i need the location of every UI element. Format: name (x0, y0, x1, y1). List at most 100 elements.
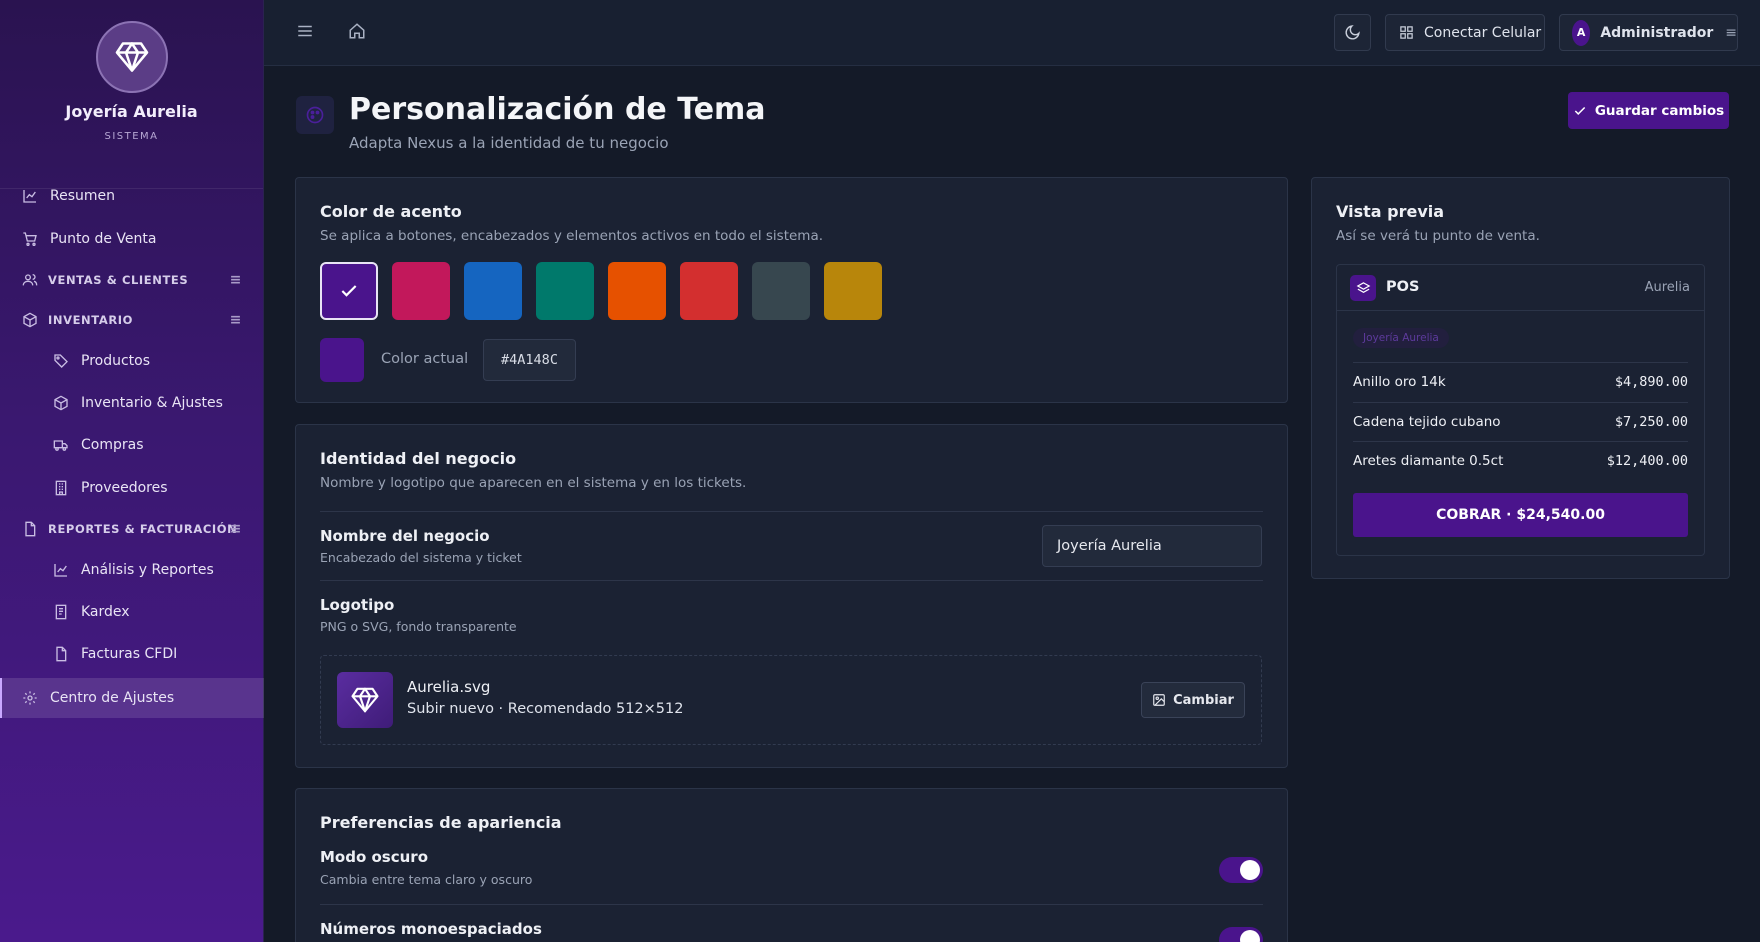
item-price: $4,890.00 (1614, 374, 1688, 390)
color-swatch-teal[interactable] (536, 262, 594, 320)
business-name-description: Encabezado del sistema y ticket (320, 550, 522, 565)
menu-icon: ≡ (229, 521, 242, 537)
card-title: Color de acento (320, 202, 462, 221)
save-button[interactable]: Guardar cambios (1568, 92, 1729, 129)
monospace-numbers-label: Números monoespaciados (320, 920, 542, 938)
diamond-icon (337, 672, 393, 728)
connect-phone-button[interactable]: Conectar Celular (1385, 14, 1545, 51)
sidebar-item-centro-ajustes[interactable]: Centro de Ajustes (0, 678, 264, 718)
chart-line-icon (22, 188, 38, 204)
sidebar-item-label: Facturas CFDI (81, 646, 178, 662)
item-name: Cadena tejido cubano (1353, 414, 1501, 430)
color-swatch-orange[interactable] (608, 262, 666, 320)
list-item: Anillo oro 14k $4,890.00 (1353, 363, 1688, 401)
item-price: $7,250.00 (1614, 414, 1688, 430)
sidebar-group-inventario[interactable]: INVENTARIO ≡ (0, 300, 264, 340)
theme-toggle-button[interactable] (1334, 14, 1371, 51)
color-swatch-gold[interactable] (824, 262, 882, 320)
card-description: Así se verá tu punto de venta. (1336, 228, 1540, 244)
sidebar-group-label: VENTAS & CLIENTES (48, 273, 189, 287)
divider (320, 904, 1263, 905)
sidebar-group-label: INVENTARIO (48, 313, 134, 327)
sidebar-item-label: Productos (81, 353, 151, 369)
charge-button[interactable]: COBRAR · $24,540.00 (1353, 493, 1688, 537)
sidebar-item-kardex[interactable]: Kardex (0, 592, 264, 632)
toggle-knob (1240, 860, 1260, 880)
user-name: Administrador (1600, 24, 1714, 41)
sidebar-item-label: Proveedores (81, 480, 168, 496)
users-icon (22, 272, 38, 288)
tag-icon (53, 353, 69, 369)
save-label: Guardar cambios (1594, 102, 1725, 119)
dark-mode-description: Cambia entre tema claro y oscuro (320, 872, 533, 887)
change-logo-button[interactable]: Cambiar (1141, 682, 1245, 718)
business-name-input[interactable]: Joyería Aurelia (1042, 525, 1262, 567)
sidebar-item-label: Análisis y Reportes (81, 562, 214, 578)
sidebar-item-proveedores[interactable]: Proveedores (0, 468, 264, 508)
current-color-label: Color actual (381, 351, 469, 367)
sidebar-item-punto-de-venta[interactable]: Punto de Venta (0, 219, 264, 259)
logo-upload-area[interactable]: Aurelia.svg Subir nuevo · Recomendado 51… (320, 655, 1262, 745)
hamburger-menu-icon[interactable] (296, 22, 314, 44)
diamond-icon (95, 21, 168, 93)
document-icon (53, 604, 69, 620)
sidebar-item-resumen[interactable]: Resumen (0, 176, 264, 216)
chart-line-icon (53, 562, 69, 578)
color-swatch-purple[interactable] (320, 262, 378, 320)
accent-color-card: Color de acento Se aplica a botones, enc… (295, 177, 1288, 403)
brand-name: Joyería Aurelia (65, 102, 198, 121)
dark-mode-label: Modo oscuro (320, 848, 429, 866)
sidebar-item-label: Kardex (81, 604, 130, 620)
change-logo-label: Cambiar (1173, 692, 1234, 708)
sidebar-item-label: Resumen (50, 188, 116, 204)
color-swatch-slate[interactable] (752, 262, 810, 320)
sidebar-item-analisis[interactable]: Análisis y Reportes (0, 550, 264, 590)
layers-icon (1350, 275, 1376, 301)
user-menu-button[interactable]: A Administrador ≡ (1559, 14, 1738, 51)
sidebar-item-label: Compras (81, 437, 144, 453)
truck-icon (53, 437, 69, 453)
menu-icon: ≡ (229, 312, 242, 328)
monospace-numbers-toggle[interactable] (1219, 927, 1263, 942)
file-icon (53, 646, 69, 662)
grid-icon (1399, 25, 1414, 40)
avatar: A (1572, 19, 1591, 46)
color-swatch-pink[interactable] (392, 262, 450, 320)
moon-icon (1344, 24, 1361, 41)
sidebar-item-compras[interactable]: Compras (0, 425, 264, 465)
file-icon (22, 521, 38, 537)
box-icon (53, 395, 69, 411)
current-color-hex[interactable]: #4A148C (483, 339, 576, 381)
item-name: Anillo oro 14k (1353, 374, 1446, 390)
pos-title: POS (1386, 279, 1420, 295)
dark-mode-toggle[interactable] (1219, 857, 1263, 883)
sidebar-group-label: REPORTES & FACTURACIÓN (48, 522, 238, 536)
sidebar-item-inventario-ajustes[interactable]: Inventario & Ajustes (0, 383, 264, 423)
sidebar-item-facturas[interactable]: Facturas CFDI (0, 634, 264, 674)
preview-card: Vista previa Así se verá tu punto de ven… (1311, 177, 1730, 579)
color-swatch-blue[interactable] (464, 262, 522, 320)
home-icon[interactable] (348, 22, 366, 44)
sidebar-group-ventas-clientes[interactable]: VENTAS & CLIENTES ≡ (0, 260, 264, 300)
item-price: $12,400.00 (1606, 453, 1688, 469)
sidebar: Joyería Aurelia SISTEMA Resumen Punto de… (0, 0, 264, 942)
list-item: Cadena tejido cubano $7,250.00 (1353, 403, 1688, 441)
card-description: Nombre y logotipo que aparecen en el sis… (320, 475, 747, 491)
menu-icon: ≡ (1725, 24, 1737, 41)
business-identity-card: Identidad del negocio Nombre y logotipo … (295, 424, 1288, 768)
pos-preview: POS Aurelia Joyería Aurelia Anillo oro 1… (1336, 264, 1705, 556)
menu-icon: ≡ (229, 272, 242, 288)
divider (320, 580, 1263, 581)
card-description: Se aplica a botones, encabezados y eleme… (320, 228, 824, 244)
color-swatch-red[interactable] (680, 262, 738, 320)
business-chip: Joyería Aurelia (1353, 328, 1449, 348)
cart-icon (22, 231, 38, 247)
connect-phone-label: Conectar Celular (1424, 24, 1542, 41)
topbar: Conectar Celular A Administrador ≡ (264, 0, 1760, 66)
sidebar-group-reportes[interactable]: REPORTES & FACTURACIÓN ≡ (0, 509, 264, 549)
box-icon (22, 312, 38, 328)
sidebar-item-productos[interactable]: Productos (0, 341, 264, 381)
brand: Joyería Aurelia SISTEMA (0, 21, 263, 189)
current-color-swatch (320, 338, 364, 382)
page-subtitle: Adapta Nexus a la identidad de tu negoci… (349, 134, 669, 152)
